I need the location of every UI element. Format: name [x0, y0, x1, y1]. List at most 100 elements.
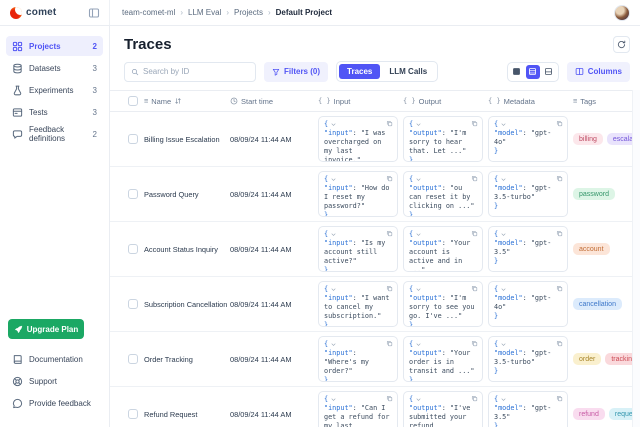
row-checkbox[interactable] [128, 409, 138, 419]
chevron-down-icon [330, 341, 337, 348]
row-checkbox[interactable] [128, 189, 138, 199]
table-row[interactable]: Account Status Inquiry 08/09/24 11:44 AM… [110, 222, 640, 277]
lifebuoy-icon [12, 376, 23, 387]
copy-icon[interactable] [386, 120, 393, 127]
comet-logo[interactable]: comet [10, 7, 56, 19]
row-checkbox[interactable] [128, 299, 138, 309]
copy-icon[interactable] [471, 395, 478, 402]
json-key: "model" [494, 129, 523, 137]
trace-start-time: 08/09/24 11:44 AM [230, 135, 318, 144]
row-checkbox[interactable] [128, 354, 138, 364]
copy-icon[interactable] [556, 120, 563, 127]
copy-icon[interactable] [556, 175, 563, 182]
metadata-json-cell[interactable]: {"model": "gpt-3.5-turbo"} [488, 171, 568, 217]
table-row[interactable]: Order Tracking 08/09/24 11:44 AM {"input… [110, 332, 640, 387]
row-checkbox[interactable] [128, 244, 138, 254]
output-json-cell[interactable]: {"output": "Your account is active and i… [403, 226, 483, 272]
metadata-json-cell[interactable]: {"model": "gpt-3.5-turbo"} [488, 336, 568, 382]
sidebar-footer-support[interactable]: Support [6, 371, 103, 391]
copy-icon[interactable] [471, 340, 478, 347]
copy-icon[interactable] [386, 175, 393, 182]
column-header-tags[interactable]: ≡Tags [573, 97, 640, 106]
tag-refund[interactable]: refund [573, 408, 605, 420]
input-json-cell[interactable]: {"input": "Can I get a refund for my las… [318, 391, 398, 427]
metadata-json-cell[interactable]: {"model": "gpt-3.5"} [488, 226, 568, 272]
sidebar-footer: DocumentationSupportProvide feedback [6, 349, 103, 413]
density-large-button[interactable] [542, 65, 556, 79]
sidebar-item-label: Datasets [29, 64, 61, 73]
density-medium-button[interactable] [526, 65, 540, 79]
density-small-button[interactable] [510, 65, 524, 79]
copy-icon[interactable] [386, 395, 393, 402]
copy-icon[interactable] [471, 285, 478, 292]
copy-icon[interactable] [556, 395, 563, 402]
sidebar-item-projects[interactable]: Projects2 [6, 36, 103, 56]
column-header-input[interactable]: { }Input [318, 97, 403, 106]
json-body: "model": "gpt-3.5" [494, 239, 562, 257]
breadcrumb-item[interactable]: Default Project [276, 8, 332, 17]
table-row[interactable]: Billing Issue Escalation 08/09/24 11:44 … [110, 112, 640, 167]
sidebar-item-datasets[interactable]: Datasets3 [6, 58, 103, 78]
columns-button[interactable]: Columns [567, 62, 630, 82]
input-json-cell[interactable]: {"input": "How do I reset my password?"} [318, 171, 398, 217]
breadcrumb-item[interactable]: Projects [234, 8, 263, 17]
input-json-cell[interactable]: {"input": "Is my account still active?"} [318, 226, 398, 272]
chevron-down-icon [330, 231, 337, 238]
column-header-label: Start time [241, 97, 273, 106]
sidebar-collapse-icon[interactable] [88, 7, 100, 19]
tag-order[interactable]: order [573, 353, 601, 365]
copy-icon[interactable] [386, 285, 393, 292]
tag-cancellation[interactable]: cancellation [573, 298, 622, 310]
tag-account[interactable]: account [573, 243, 610, 255]
copy-icon[interactable] [386, 230, 393, 237]
output-json-cell[interactable]: {"output": "I'm sorry to hear that. Let … [403, 116, 483, 162]
select-all-checkbox[interactable] [128, 96, 138, 106]
user-avatar[interactable] [614, 5, 630, 21]
search-input[interactable] [143, 67, 249, 76]
flask-icon [12, 85, 23, 96]
column-header-metadata[interactable]: { }Metadata [488, 97, 573, 106]
copy-icon[interactable] [471, 120, 478, 127]
copy-icon[interactable] [471, 175, 478, 182]
input-json-cell[interactable]: {"input": "I was overcharged on my last … [318, 116, 398, 162]
sidebar-footer-provide-feedback[interactable]: Provide feedback [6, 393, 103, 413]
output-json-cell[interactable]: {"output": "I'm sorry to see you go. I'v… [403, 281, 483, 327]
upgrade-plan-button[interactable]: Upgrade Plan [8, 319, 84, 339]
refresh-button[interactable] [613, 36, 630, 53]
sidebar-footer-documentation[interactable]: Documentation [6, 349, 103, 369]
sidebar-item-experiments[interactable]: Experiments3 [6, 80, 103, 100]
page-title: Traces [124, 36, 172, 53]
input-json-cell[interactable]: {"input": "Where's my order?"} [318, 336, 398, 382]
metadata-json-cell[interactable]: {"model": "gpt-3.5"} [488, 391, 568, 427]
output-json-cell[interactable]: {"output": "I've submitted your refund r… [403, 391, 483, 427]
copy-icon[interactable] [556, 285, 563, 292]
sidebar-item-feedback-definitions[interactable]: Feedback definitions2 [6, 124, 103, 144]
filters-button[interactable]: Filters (0) [264, 62, 328, 82]
tag-billing[interactable]: billing [573, 133, 603, 145]
breadcrumb-item[interactable]: team-comet-ml [122, 8, 175, 17]
output-json-cell[interactable]: {"output": "ou can reset it by clicking … [403, 171, 483, 217]
input-json-cell[interactable]: {"input": "I want to cancel my subscript… [318, 281, 398, 327]
metadata-json-cell[interactable]: {"model": "gpt-4o"} [488, 281, 568, 327]
copy-icon[interactable] [556, 340, 563, 347]
json-key: "output" [409, 294, 442, 302]
copy-icon[interactable] [386, 340, 393, 347]
tab-llm-calls[interactable]: LLM Calls [381, 64, 435, 79]
metadata-json-cell[interactable]: {"model": "gpt-4o"} [488, 116, 568, 162]
copy-icon[interactable] [471, 230, 478, 237]
vertical-scrollbar[interactable] [632, 90, 640, 427]
table-row[interactable]: Refund Request 08/09/24 11:44 AM {"input… [110, 387, 640, 427]
tag-password[interactable]: password [573, 188, 615, 200]
column-header-output[interactable]: { }Output [403, 97, 488, 106]
column-header-name[interactable]: ≡Name [144, 97, 230, 106]
sidebar-item-tests[interactable]: Tests3 [6, 102, 103, 122]
table-row[interactable]: Password Query 08/09/24 11:44 AM {"input… [110, 167, 640, 222]
row-checkbox[interactable] [128, 134, 138, 144]
output-json-cell[interactable]: {"output": "Your order is in transit and… [403, 336, 483, 382]
rocket-icon [14, 325, 23, 334]
copy-icon[interactable] [556, 230, 563, 237]
tab-traces[interactable]: Traces [339, 64, 380, 79]
column-header-start-time[interactable]: Start time [230, 97, 318, 106]
breadcrumb-item[interactable]: LLM Eval [188, 8, 221, 17]
table-row[interactable]: Subscription Cancellation 08/09/24 11:44… [110, 277, 640, 332]
